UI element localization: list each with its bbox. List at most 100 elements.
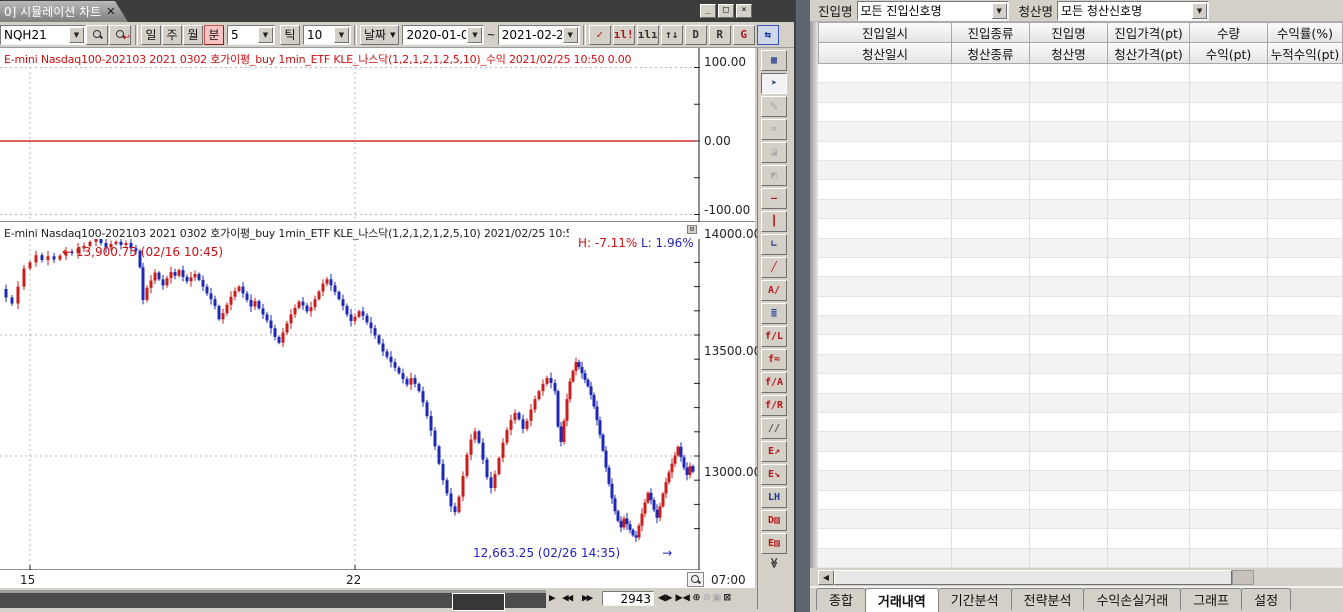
- price-pane[interactable]: E-mini Nasdaq100-202103 2021 0302 호가이평_b…: [0, 223, 755, 570]
- zoom-window-icon[interactable]: ▣: [713, 590, 720, 604]
- table-row[interactable]: [818, 510, 1343, 529]
- fib-ratio-tool-icon[interactable]: f/R: [761, 395, 787, 416]
- event-down-tool-icon[interactable]: E↘: [761, 464, 787, 485]
- tab-close-icon[interactable]: ✕: [106, 5, 115, 18]
- column-header[interactable]: 누적수익(pt): [1268, 43, 1343, 64]
- panel-edge-scrollbar[interactable]: [810, 22, 818, 568]
- table-row[interactable]: [818, 239, 1343, 258]
- prev-marker-icon[interactable]: ◀▶: [658, 590, 672, 604]
- event-up-tool-icon[interactable]: E↗: [761, 441, 787, 462]
- panel-tab-0[interactable]: 종합: [816, 588, 866, 610]
- panel-tab-3[interactable]: 전략분석: [1011, 588, 1085, 610]
- maximize-button[interactable]: □: [718, 4, 734, 18]
- column-header[interactable]: 청산가격(pt): [1108, 43, 1190, 64]
- column-header[interactable]: 청산종류: [952, 43, 1030, 64]
- column-header[interactable]: 수량: [1190, 22, 1268, 43]
- pointer-tool-icon[interactable]: ➤: [761, 73, 787, 94]
- vertical-line-tool-icon[interactable]: ┃: [761, 211, 787, 232]
- close-button[interactable]: ×: [736, 4, 752, 18]
- date-from-combobox[interactable]: 2020-01-01 ▼: [402, 25, 484, 45]
- chart-document-icon[interactable]: G: [733, 25, 755, 45]
- table-row[interactable]: [818, 471, 1343, 490]
- signal-check-icon[interactable]: ✓: [589, 25, 611, 45]
- freehand-tool-icon[interactable]: ≈: [761, 119, 787, 140]
- entry-signal-combobox[interactable]: 모든 진입신호명 ▼: [857, 1, 1009, 21]
- panel-tab-1[interactable]: 거래내역: [865, 588, 939, 612]
- multi-line-tool-icon[interactable]: ≣: [761, 303, 787, 324]
- table-row[interactable]: [818, 200, 1343, 219]
- exit-signal-combobox[interactable]: 모든 청산신호명 ▼: [1057, 1, 1209, 21]
- tick-count-combobox[interactable]: 10 ▼: [303, 25, 351, 45]
- table-row[interactable]: [818, 529, 1343, 548]
- chevron-down-icon[interactable]: ▼: [258, 27, 273, 43]
- fib-curve-tool-icon[interactable]: f≈: [761, 349, 787, 370]
- symbol-search-button[interactable]: [86, 25, 108, 45]
- table-row[interactable]: [818, 161, 1343, 180]
- axis-zoom-button[interactable]: [687, 572, 704, 587]
- table-row[interactable]: [818, 277, 1343, 296]
- chevron-down-icon[interactable]: ▼: [563, 27, 578, 43]
- hatch-d-tool-icon[interactable]: D▨: [761, 510, 787, 531]
- table-row[interactable]: [818, 491, 1343, 510]
- column-header[interactable]: 진입종류: [952, 22, 1030, 43]
- step-line-tool-icon[interactable]: ∟: [761, 234, 787, 255]
- high-low-tool-icon[interactable]: LH: [761, 487, 787, 508]
- zoom-in-icon[interactable]: ⊕: [693, 590, 700, 604]
- sort-updown-icon[interactable]: ↑↓: [661, 25, 683, 45]
- table-row[interactable]: [818, 374, 1343, 393]
- next-marker-icon[interactable]: ▶◀: [675, 590, 689, 604]
- scrollbar-track[interactable]: [1232, 570, 1254, 585]
- play-button[interactable]: ▶: [549, 591, 556, 604]
- shape-edit-tool-icon[interactable]: ◪: [761, 142, 787, 163]
- symbol-recent-button[interactable]: ↩: [109, 25, 131, 45]
- fast-back-button[interactable]: ◀◀: [562, 591, 571, 604]
- tick-button[interactable]: 틱: [280, 25, 300, 45]
- table-row[interactable]: [818, 297, 1343, 316]
- panel-tab-6[interactable]: 설정: [1241, 588, 1291, 610]
- pnl-chart[interactable]: [0, 48, 700, 222]
- column-header[interactable]: 수익(pt): [1190, 43, 1268, 64]
- fib-fan-tool-icon[interactable]: f/A: [761, 372, 787, 393]
- minute-combobox[interactable]: 5 ▼: [227, 25, 275, 45]
- date-mode-button[interactable]: 날짜 ▼: [360, 25, 399, 45]
- price-chart[interactable]: [0, 239, 700, 571]
- zoom-reset-icon[interactable]: ⊠: [724, 590, 731, 604]
- period-month-button[interactable]: 월: [183, 25, 203, 45]
- table-row[interactable]: [818, 258, 1343, 277]
- percent-tool-icon[interactable]: %: [761, 96, 787, 117]
- column-header[interactable]: 진입일시: [818, 22, 952, 43]
- text-tool-icon[interactable]: A/: [761, 280, 787, 301]
- pnl-pane[interactable]: E-mini Nasdaq100-202103 2021 0302 호가이평_b…: [0, 48, 755, 222]
- chevron-down-icon[interactable]: ▼: [334, 27, 349, 43]
- symbol-combobox[interactable]: NQH21 ▼: [0, 25, 86, 45]
- panel-tab-5[interactable]: 그래프: [1180, 588, 1242, 610]
- column-header[interactable]: 진입가격(pt): [1108, 22, 1190, 43]
- bar-count-input[interactable]: [602, 591, 654, 606]
- capture-document-icon[interactable]: R: [709, 25, 731, 45]
- shade-tool-icon[interactable]: ◩: [761, 165, 787, 186]
- histogram-signal-icon[interactable]: ıl!: [613, 25, 635, 45]
- column-header[interactable]: 청산일시: [818, 43, 952, 64]
- minimize-button[interactable]: _: [700, 4, 716, 18]
- table-row[interactable]: [818, 219, 1343, 238]
- table-row[interactable]: [818, 394, 1343, 413]
- scrollbar-thumb[interactable]: [452, 593, 505, 611]
- period-day-button[interactable]: 일: [141, 25, 161, 45]
- table-row[interactable]: [818, 432, 1343, 451]
- period-week-button[interactable]: 주: [162, 25, 182, 45]
- data-preview-scrollbar[interactable]: [0, 590, 546, 608]
- table-row[interactable]: [818, 355, 1343, 374]
- table-row[interactable]: [818, 549, 1343, 568]
- column-header[interactable]: 수익률(%): [1268, 22, 1343, 43]
- table-row[interactable]: [818, 83, 1343, 102]
- table-row[interactable]: [818, 335, 1343, 354]
- column-header[interactable]: 진입명: [1030, 22, 1108, 43]
- table-row[interactable]: [818, 122, 1343, 141]
- panel-tab-2[interactable]: 기간분석: [938, 588, 1012, 610]
- scrollbar-thumb[interactable]: [834, 570, 1232, 585]
- table-row[interactable]: [818, 180, 1343, 199]
- chevron-down-icon[interactable]: ▼: [992, 3, 1007, 19]
- more-tools-icon[interactable]: ≫: [767, 550, 781, 576]
- column-header[interactable]: 청산명: [1030, 43, 1108, 64]
- fast-forward-button[interactable]: ▶▶: [582, 591, 591, 604]
